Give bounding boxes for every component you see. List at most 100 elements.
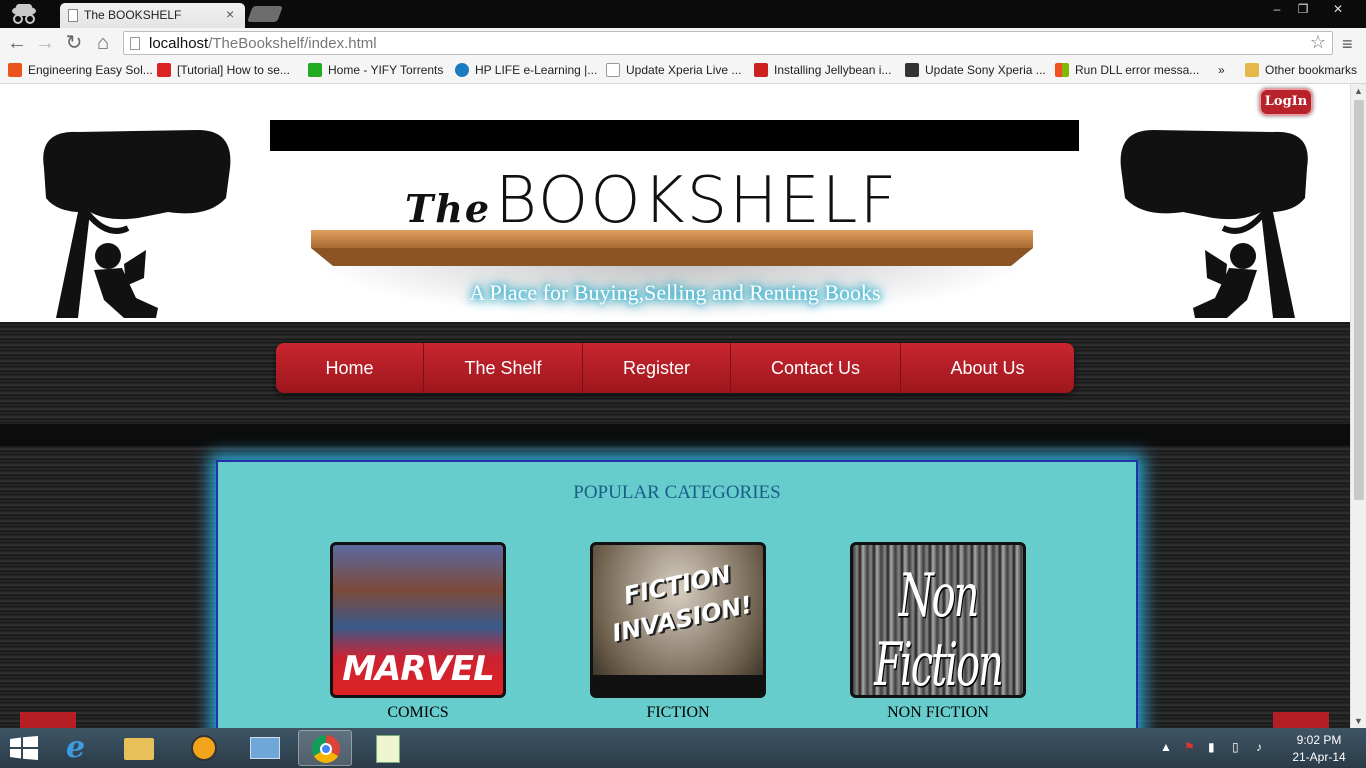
file-explorer-icon[interactable] — [112, 730, 166, 766]
youtube-icon — [157, 63, 171, 77]
left-side-tab[interactable] — [20, 712, 76, 728]
category-caption: COMICS — [387, 704, 449, 721]
bookmark-label: Update Xperia Live ... — [626, 63, 742, 77]
network-globe-icon[interactable] — [178, 730, 232, 766]
home-icon[interactable]: ⌂ — [92, 32, 114, 54]
logo-main: BOOKSHELF — [495, 164, 899, 238]
category-caption: FICTION — [646, 704, 710, 721]
decorative-stripe — [0, 424, 1350, 446]
nav-register[interactable]: Register — [583, 343, 731, 393]
nav-about-us[interactable]: About Us — [901, 343, 1074, 393]
notepad-icon[interactable] — [362, 730, 416, 766]
site-logo: TheBOOKSHELF — [405, 164, 898, 238]
folder-icon — [1245, 63, 1259, 77]
bookmark-label: Installing Jellybean i... — [774, 63, 892, 77]
reload-icon[interactable]: ↻ — [63, 32, 85, 54]
category-comics[interactable]: MARVEL COMICS — [330, 542, 506, 722]
page-icon — [606, 63, 620, 77]
site-banner: TheBOOKSHELF A Place for Buying,Selling … — [0, 120, 1350, 322]
minimize-button[interactable]: – — [1264, 0, 1290, 18]
bookmark-item[interactable]: Run DLL error messa... — [1055, 63, 1199, 77]
bookmark-star-icon[interactable]: ☆ — [1310, 32, 1326, 53]
close-tab-icon[interactable]: × — [226, 6, 234, 22]
windows-start-icon[interactable] — [10, 736, 38, 760]
bookmark-item[interactable]: Home - YIFY Torrents — [308, 63, 443, 77]
category-fiction[interactable]: FICTION INVASION! FICTION — [590, 542, 766, 722]
address-bar[interactable]: localhost/TheBookshelf/index.html ☆ — [123, 31, 1333, 55]
blogger-icon — [8, 63, 22, 77]
action-center-icon[interactable]: ⚑ — [1184, 740, 1195, 754]
bookmark-label: Update Sony Xperia ... — [925, 63, 1046, 77]
bookmark-label: Engineering Easy Sol... — [28, 63, 153, 77]
internet-explorer-icon[interactable]: e — [56, 730, 110, 766]
clock-time[interactable]: 9:02 PM — [1284, 733, 1354, 747]
bookmarks-bar: Engineering Easy Sol... [Tutorial] How t… — [0, 58, 1366, 84]
reading-tree-right-icon — [1120, 130, 1308, 318]
bookmark-item[interactable]: Installing Jellybean i... — [754, 63, 891, 77]
new-tab-button[interactable] — [247, 6, 283, 22]
browser-tab[interactable]: The BOOKSHELF × — [60, 3, 245, 28]
audience-silhouette — [593, 675, 763, 695]
restore-button[interactable]: ❐ — [1290, 0, 1316, 18]
bookmark-label: Home - YIFY Torrents — [328, 63, 444, 77]
web-page: LogIn TheBOOKSHELF A Place for Buying,Se… — [0, 84, 1350, 728]
category-non-fiction[interactable]: Non Fiction NON FICTION — [850, 542, 1026, 722]
main-nav: Home The Shelf Register Contact Us About… — [276, 343, 1074, 393]
bookmark-item[interactable]: HP LIFE e-Learning |... — [455, 63, 597, 77]
chrome-taskbar-icon[interactable] — [298, 730, 352, 766]
chrome-menu-icon[interactable]: ≡ — [1342, 34, 1353, 55]
yify-icon — [308, 63, 322, 77]
bookmark-label: HP LIFE e-Learning |... — [475, 63, 598, 77]
url-text: localhost/TheBookshelf/index.html — [149, 35, 377, 52]
back-arrow-icon[interactable]: ← — [6, 32, 28, 54]
url-host: localhost — [149, 35, 209, 52]
nav-the-shelf[interactable]: The Shelf — [424, 343, 583, 393]
windows-taskbar: e ▲ ⚑ ▮ ▯ ♪ 9:02 PM 21-Apr-14 — [0, 728, 1366, 768]
nav-home[interactable]: Home — [276, 343, 424, 393]
nav-contact-us[interactable]: Contact Us — [731, 343, 901, 393]
bookmarks-overflow-icon[interactable]: » — [1218, 63, 1225, 77]
scroll-down-icon[interactable]: ▼ — [1354, 716, 1363, 726]
non-fiction-text: Non Fiction — [874, 562, 1004, 698]
url-path: /TheBookshelf/index.html — [208, 35, 377, 52]
marvel-logo-text: MARVEL — [342, 649, 495, 689]
bookmark-item[interactable]: Update Xperia Live ... — [606, 63, 741, 77]
incognito-icon — [12, 4, 36, 24]
right-side-tab[interactable] — [1273, 712, 1329, 728]
forward-arrow-icon[interactable]: → — [34, 32, 56, 54]
bookmark-item[interactable]: Update Sony Xperia ... — [905, 63, 1046, 77]
bookmark-item[interactable]: Engineering Easy Sol... — [8, 63, 153, 77]
scroll-up-icon[interactable]: ▲ — [1354, 86, 1363, 96]
logo-the: The — [405, 186, 492, 231]
battery-icon[interactable]: ▯ — [1232, 740, 1239, 754]
section-title: POPULAR CATEGORIES — [573, 482, 781, 503]
tab-title: The BOOKSHELF — [84, 8, 182, 22]
other-bookmarks-label: Other bookmarks — [1265, 63, 1358, 77]
category-caption: NON FICTION — [887, 704, 989, 721]
vertical-scrollbar[interactable]: ▲ ▼ — [1350, 84, 1366, 728]
scroll-thumb[interactable] — [1354, 100, 1364, 500]
login-button[interactable]: LogIn — [1259, 88, 1313, 116]
show-hidden-icons[interactable]: ▲ — [1160, 740, 1172, 754]
window-controls: – ❐ ✕ — [1264, 0, 1360, 20]
bookmark-item[interactable]: [Tutorial] How to se... — [157, 63, 290, 77]
popular-categories-panel: POPULAR CATEGORIES MARVEL COMICS FICTION… — [216, 460, 1138, 728]
clock-date[interactable]: 21-Apr-14 — [1284, 750, 1354, 764]
bookmark-label: Run DLL error messa... — [1075, 63, 1200, 77]
globe-icon — [455, 63, 469, 77]
fiction-image[interactable]: FICTION INVASION! — [590, 542, 766, 698]
page-icon — [130, 37, 140, 50]
bookmark-label: [Tutorial] How to se... — [177, 63, 290, 77]
page-favicon-icon — [68, 9, 78, 22]
non-fiction-image[interactable]: Non Fiction — [850, 542, 1026, 698]
g-icon — [905, 63, 919, 77]
microsoft-icon — [1055, 63, 1069, 77]
close-window-button[interactable]: ✕ — [1316, 0, 1360, 18]
banner-black-strip — [270, 120, 1079, 151]
volume-icon[interactable]: ♪ — [1256, 740, 1262, 754]
comics-image[interactable]: MARVEL — [330, 542, 506, 698]
browser-title-bar: The BOOKSHELF × – ❐ ✕ — [0, 0, 1366, 28]
other-bookmarks[interactable]: Other bookmarks — [1245, 63, 1357, 77]
control-panel-icon[interactable] — [238, 730, 292, 766]
signal-icon[interactable]: ▮ — [1208, 740, 1215, 754]
